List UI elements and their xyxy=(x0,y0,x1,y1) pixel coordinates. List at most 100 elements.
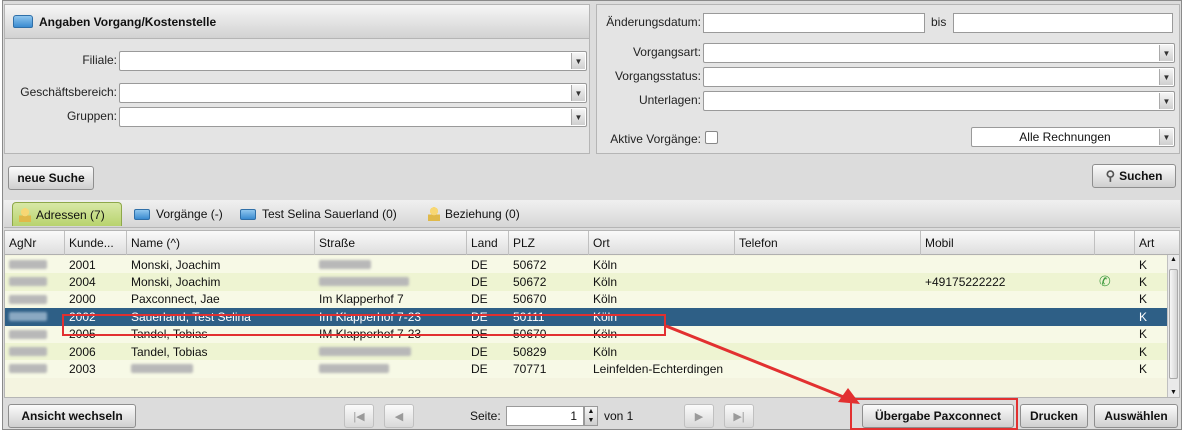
chevron-down-icon: ▼ xyxy=(1159,129,1173,145)
column-header-name[interactable]: Name (^) xyxy=(127,231,315,255)
column-header-icon[interactable] xyxy=(1095,231,1135,255)
page-spinner[interactable]: ▲ ▼ xyxy=(584,406,598,426)
gruppen-dropdown[interactable]: ▼ xyxy=(119,107,587,127)
scroll-up-icon[interactable]: ▲ xyxy=(1170,256,1177,263)
column-header-mobil[interactable]: Mobil xyxy=(921,231,1095,255)
cell-name: Paxconnect, Jae xyxy=(127,291,315,308)
cell-mobil xyxy=(921,343,1095,360)
next-page-button[interactable]: ▶ xyxy=(684,404,714,428)
auswaehlen-button[interactable]: Auswählen xyxy=(1094,404,1178,428)
aenderungsdatum-from-input[interactable] xyxy=(703,13,925,33)
table-row[interactable]: 2001 Monski, Joachim DE 50672 Köln K xyxy=(5,256,1167,274)
table-scrollbar[interactable]: ▲ ▼ xyxy=(1167,255,1179,397)
drucken-button[interactable]: Drucken xyxy=(1020,404,1088,428)
vorgangsstatus-dropdown[interactable]: ▼ xyxy=(703,67,1175,87)
chevron-down-icon: ▼ xyxy=(571,85,585,101)
ansicht-wechseln-button[interactable]: Ansicht wechseln xyxy=(8,404,136,428)
page-number-input[interactable]: 1 xyxy=(506,406,584,426)
column-header-kunde[interactable]: Kunde... xyxy=(65,231,127,255)
bis-label: bis xyxy=(931,15,947,29)
column-header-art[interactable]: Art xyxy=(1135,231,1179,255)
tab-adressen-label: Adressen (7) xyxy=(36,207,105,222)
cell-land: DE xyxy=(467,360,509,377)
aktive-vorgaenge-checkbox[interactable] xyxy=(705,131,718,144)
folder-icon xyxy=(134,208,150,220)
column-header-agnr[interactable]: AgNr xyxy=(5,231,65,255)
aktive-vorgaenge-label: Aktive Vorgänge: xyxy=(610,132,701,146)
previous-page-button[interactable]: ◀ xyxy=(384,404,414,428)
vorgangsart-dropdown[interactable]: ▼ xyxy=(703,43,1175,63)
cell-plz: 50672 xyxy=(509,273,589,290)
tab-vorgaenge[interactable]: Vorgänge (-) xyxy=(128,202,229,226)
aenderungsdatum-to-input[interactable] xyxy=(953,13,1173,33)
cell-name: Monski, Joachim xyxy=(127,273,315,290)
scroll-down-icon[interactable]: ▼ xyxy=(1170,389,1177,396)
column-header-plz[interactable]: PLZ xyxy=(509,231,589,255)
redacted-value xyxy=(319,260,371,269)
cell-plz: 50670 xyxy=(509,291,589,308)
chevron-down-icon: ▼ xyxy=(571,53,585,69)
column-header-telefon[interactable]: Telefon xyxy=(735,231,921,255)
cell-art-text: K xyxy=(1139,344,1148,359)
cell-art-text: K xyxy=(1139,361,1148,376)
cell-land-text: DE xyxy=(471,344,488,359)
cell-name-text: Monski, Joachim xyxy=(131,257,221,272)
first-page-button[interactable]: |◀ xyxy=(344,404,374,428)
cell-kunde-text: 2006 xyxy=(69,344,96,359)
phone-icon[interactable]: ✆ xyxy=(1099,273,1111,290)
uebergabe-paxconnect-button[interactable]: Übergabe Paxconnect xyxy=(862,404,1014,428)
cell-agnr xyxy=(5,256,65,273)
redacted-value xyxy=(9,364,47,374)
rechnungen-dropdown[interactable]: Alle Rechnungen ▼ xyxy=(971,127,1175,147)
chevron-down-icon: ▼ xyxy=(1159,93,1173,109)
column-header-ort[interactable]: Ort xyxy=(589,231,735,255)
neue-suche-button[interactable]: neue Suche xyxy=(8,166,94,190)
cell-telefon xyxy=(735,291,921,308)
cell-art-text: K xyxy=(1139,292,1148,307)
cell-plz: 50829 xyxy=(509,343,589,360)
cost-center-panel-header: Angaben Vorgang/Kostenstelle xyxy=(5,5,589,39)
cell-mobil xyxy=(921,360,1095,377)
tab-test-selina[interactable]: Test Selina Sauerland (0) xyxy=(234,202,403,226)
column-header-strasse[interactable]: Straße xyxy=(315,231,467,255)
cell-icon xyxy=(1095,343,1135,360)
table-row[interactable]: 2004 Monski, Joachim DE 50672 Köln +491752222… xyxy=(5,273,1167,291)
suchen-label: Suchen xyxy=(1119,169,1163,183)
scrollbar-thumb[interactable] xyxy=(1169,269,1178,379)
redacted-value xyxy=(9,329,47,339)
suchen-button[interactable]: ⚲ Suchen xyxy=(1092,164,1176,188)
tab-beziehung[interactable]: Beziehung (0) xyxy=(422,202,526,226)
tab-vorgaenge-label: Vorgänge (-) xyxy=(156,207,223,221)
cell-mobil xyxy=(921,308,1095,325)
table-row[interactable]: 2006 Tandel, Tobias DE 50829 Köln K xyxy=(5,343,1167,361)
cost-center-panel-title: Angaben Vorgang/Kostenstelle xyxy=(39,14,217,29)
filiale-dropdown[interactable]: ▼ xyxy=(119,51,587,71)
cell-land: DE xyxy=(467,273,509,290)
unterlagen-dropdown[interactable]: ▼ xyxy=(703,91,1175,111)
cell-strasse xyxy=(315,360,467,377)
cell-strasse xyxy=(315,273,467,290)
rechnungen-value: Alle Rechnungen xyxy=(1019,130,1111,144)
cell-agnr xyxy=(5,308,65,325)
table-row[interactable]: 2003 DE 70771 Leinfelden-Echterdingen K xyxy=(5,360,1167,378)
cell-plz-text: 50670 xyxy=(513,292,547,307)
cell-name: Monski, Joachim xyxy=(127,256,315,273)
cell-plz: 70771 xyxy=(509,360,589,377)
chevron-down-icon: ▼ xyxy=(1159,69,1173,85)
cell-art-text: K xyxy=(1139,309,1148,324)
tab-adressen[interactable]: Adressen (7) xyxy=(12,202,122,226)
person-icon xyxy=(428,207,440,221)
page-number-value: 1 xyxy=(570,409,577,423)
cell-land: DE xyxy=(467,343,509,360)
cell-ort-text: Köln xyxy=(593,292,618,307)
cell-strasse xyxy=(315,256,467,273)
geschaeftsbereich-dropdown[interactable]: ▼ xyxy=(119,83,587,103)
cell-icon xyxy=(1095,326,1135,343)
column-header-land[interactable]: Land xyxy=(467,231,509,255)
table-row[interactable]: 2000 Paxconnect, Jae Im Klapperhof 7 DE 5067… xyxy=(5,290,1167,309)
last-page-button[interactable]: ▶| xyxy=(724,404,754,428)
redacted-value xyxy=(9,347,47,356)
previous-page-icon: ◀ xyxy=(394,410,404,423)
cell-art-text: K xyxy=(1139,327,1148,342)
cell-kunde: 2001 xyxy=(65,256,127,273)
